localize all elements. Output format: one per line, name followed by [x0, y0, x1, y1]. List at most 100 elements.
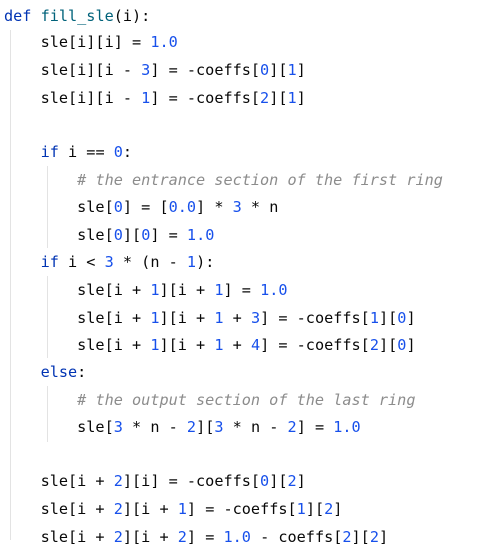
number-token: 0.0 — [168, 198, 197, 216]
code-token: sle[i + — [4, 309, 151, 327]
code-token: ][ — [305, 500, 325, 518]
keyword-token: if — [40, 143, 59, 161]
number-token: 1 — [296, 500, 306, 518]
code-token: ] = — [296, 418, 334, 436]
code-token: ] = -coeffs[ — [260, 309, 370, 327]
number-token: 1 — [369, 309, 379, 327]
number-token: 2 — [342, 528, 352, 546]
code-token: + — [223, 336, 251, 354]
number-token: 2 — [113, 472, 123, 490]
keyword-token: if — [40, 253, 59, 271]
code-line[interactable]: sle[i + 1][i + 1] = 1.0 — [4, 279, 288, 301]
code-token: ] — [296, 472, 306, 490]
code-token: + — [223, 309, 251, 327]
code-token: ] = — [223, 281, 261, 299]
code-line[interactable]: sle[i][i] = 1.0 — [4, 31, 178, 53]
code-line[interactable]: sle[3 * n - 2][3 * n - 2] = 1.0 — [4, 416, 361, 438]
number-token: 1.0 — [260, 281, 288, 299]
code-token: ] — [378, 528, 389, 546]
number-token: 1.0 — [150, 33, 178, 51]
code-token: ][ — [378, 336, 398, 354]
code-token: i == — [58, 143, 114, 161]
number-token: 1 — [287, 89, 297, 107]
number-token: 1 — [186, 253, 197, 271]
code-token: sle[i][i] = — [4, 33, 151, 51]
code-token: : — [77, 363, 87, 381]
code-token: ][ — [269, 472, 288, 490]
code-token: ][ — [122, 226, 142, 244]
code-line[interactable]: sle[0][0] = 1.0 — [4, 224, 214, 246]
code-token: ): — [196, 253, 215, 271]
number-token: 1 — [214, 336, 224, 354]
code-token: ][ — [269, 61, 288, 79]
code-token: * (n - — [113, 253, 187, 271]
code-line[interactable]: sle[i][i - 3] = -coeffs[0][1] — [4, 59, 306, 81]
code-token: ] = -coeffs[ — [150, 89, 261, 107]
code-token: ] = -coeffs[ — [186, 500, 297, 518]
number-token: 1 — [287, 61, 297, 79]
number-token: 3 — [104, 253, 114, 271]
number-token: 2 — [369, 336, 379, 354]
code-token: * n - — [122, 418, 187, 436]
code-token: ] = -coeffs[ — [150, 61, 261, 79]
code-token: sle[i][i - — [4, 61, 142, 79]
code-line[interactable]: # the output section of the last ring — [4, 389, 415, 411]
comment-token: # the output section of the last ring — [77, 391, 416, 409]
code-line[interactable]: sle[i + 2][i + 1] = -coeffs[1][2] — [4, 498, 343, 520]
number-token: 0 — [113, 143, 123, 161]
code-token: (i): — [113, 7, 151, 25]
number-token: 2 — [369, 528, 379, 546]
number-token: 0 — [113, 226, 123, 244]
number-token: 2 — [113, 528, 123, 546]
code-line[interactable]: sle[i][i - 1] = -coeffs[2][1] — [4, 87, 306, 109]
number-token: 0 — [141, 226, 151, 244]
number-token: 2 — [324, 500, 334, 518]
code-line[interactable]: sle[i + 1][i + 1 + 4] = -coeffs[2][0] — [4, 334, 416, 356]
code-token: ][ — [351, 528, 370, 546]
code-line[interactable]: def fill_sle(i): — [4, 5, 150, 27]
number-token: 3 — [250, 309, 261, 327]
number-token: 2 — [186, 418, 197, 436]
number-token: 3 — [113, 418, 123, 436]
code-token: sle[i + — [4, 336, 151, 354]
code-line[interactable]: sle[i + 1][i + 1 + 3] = -coeffs[1][0] — [4, 307, 415, 329]
code-token: ] — [406, 336, 416, 354]
number-token: 0 — [260, 472, 270, 490]
code-line[interactable]: if i == 0: — [4, 141, 132, 163]
code-token: sle[i + — [4, 472, 114, 490]
number-token: 1.0 — [186, 226, 215, 244]
code-token: ] — [296, 89, 306, 107]
code-token: ][i + — [122, 500, 178, 518]
code-line[interactable]: sle[i + 2][i + 2] = 1.0 - coeffs[2][2] — [4, 526, 389, 548]
number-token: 2 — [177, 528, 187, 546]
code-editor[interactable]: def fill_sle(i): sle[i][i] = 1.0 sle[i][… — [0, 0, 491, 548]
code-line[interactable]: if i < 3 * (n - 1): — [4, 251, 215, 273]
code-token: ][i] = -coeffs[ — [122, 472, 261, 490]
code-token: ] = [ — [122, 198, 169, 216]
code-token: sle[i + — [4, 500, 114, 518]
number-token: 0 — [260, 61, 270, 79]
number-token: 1 — [141, 89, 151, 107]
number-token: 2 — [287, 418, 297, 436]
number-token: 3 — [232, 198, 242, 216]
code-line[interactable]: # the entrance section of the first ring — [4, 169, 443, 191]
code-token: * n - — [223, 418, 288, 436]
function-name-token: fill_sle — [40, 7, 114, 25]
code-token: - coeffs[ — [250, 528, 343, 546]
code-line[interactable]: else: — [4, 361, 87, 383]
code-token: sle[i + — [4, 528, 114, 546]
number-token: 2 — [260, 89, 270, 107]
code-line[interactable]: sle[i + 2][i] = -coeffs[0][2] — [4, 470, 306, 492]
number-token: 1 — [214, 309, 224, 327]
code-token: ][i + — [159, 336, 215, 354]
number-token: 2 — [287, 472, 297, 490]
code-token: ][i + — [159, 309, 215, 327]
code-token: sle[i][i - — [4, 89, 142, 107]
keyword-token: def — [4, 7, 32, 25]
number-token: 2 — [113, 500, 123, 518]
code-line[interactable]: sle[0] = [0.0] * 3 * n — [4, 196, 278, 218]
